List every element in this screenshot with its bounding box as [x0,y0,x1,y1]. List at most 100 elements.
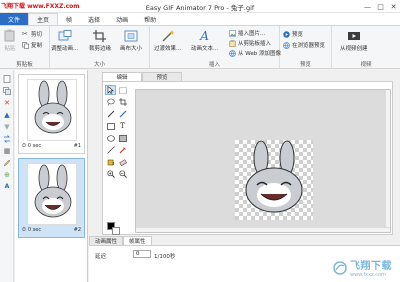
paste-icon [3,29,17,42]
insert-image-button[interactable]: 插入图片... [229,29,265,37]
frame-time-1: ⏱ 0 sec [22,143,41,149]
delay-input[interactable]: 0 [133,250,151,258]
move-down-icon[interactable]: ▼ [3,123,11,131]
select-rect-tool-icon[interactable] [117,85,128,95]
ribbon-tabs: 文件 主页 帧 选择 动画 帮助 [0,13,400,25]
zoom-out-icon[interactable] [117,169,128,179]
crop-tool-icon[interactable] [117,97,128,107]
text-frame-icon[interactable]: A [3,183,11,191]
property-tabs: 动画属性 帧属性 [89,236,152,245]
editing-canvas[interactable] [135,89,391,233]
preview-group: 预览 在浏览器预览 预览 [280,26,332,69]
tab-select[interactable]: 选择 [80,13,108,25]
preview-button[interactable]: 预览 [283,30,303,38]
filled-rect-tool-icon[interactable] [117,133,128,143]
clipboard-icon [229,39,236,47]
copy-label: 复制 [31,43,43,49]
animated-text-button[interactable]: A 动画文本... [191,29,219,53]
resize-frame-icon[interactable]: ⊕ [3,171,11,179]
insert-group-label: 插入 [208,62,220,68]
tab-help[interactable]: 帮助 [136,13,164,25]
canvas-size-button[interactable]: 画布大小 [120,29,142,52]
edit-frame-icon[interactable] [3,159,11,167]
duplicate-frame-icon[interactable] [3,87,11,95]
canvas-horizontal-scrollbar[interactable] [136,227,390,232]
transition-effect-button[interactable]: 过渡效果... [154,29,181,52]
frame-thumbnail-1[interactable]: ⏱ 0 sec #1 [18,74,85,154]
eraser-tool-icon[interactable] [117,157,128,167]
scissors-icon: ✂ [22,29,28,38]
tab-animation[interactable]: 动画 [108,13,136,25]
editor-tabs: 编辑 预览 [102,72,182,81]
video-icon [347,29,361,42]
preview-label: 预览 [292,32,304,38]
create-from-video-button[interactable]: 从视频创建 [340,29,368,52]
watermark-logo-icon [333,260,347,275]
close-button[interactable]: ✕ [387,0,400,13]
frame-image-2 [27,163,77,225]
frame-canvas[interactable] [235,140,313,220]
canvas-vertical-scrollbar[interactable] [385,90,390,232]
clipboard-group: 粘贴 ✂ 剪切 复制 剪贴板 [0,26,50,69]
insert-from-clipboard-label: 从剪贴板插入 [238,41,272,47]
eyedropper-tool-icon[interactable] [117,145,128,155]
tab-frame[interactable]: 帧 [58,13,80,25]
ribbon: 粘贴 ✂ 剪切 复制 剪贴板 调整动画... 裁剪边缘 画布大小 大小 过渡效果… [0,25,400,69]
browser-preview-button[interactable]: 在浏览器预览 [283,41,325,49]
delay-unit: 1/100秒 [154,254,176,260]
brush-tool-icon[interactable] [117,109,128,119]
frame-delay-2: 0 sec [27,227,42,233]
tab-edit[interactable]: 编辑 [102,72,142,81]
resize-animation-button[interactable]: 调整动画... [51,29,78,52]
fill-tool-icon[interactable] [105,157,116,167]
background-color-swatch[interactable] [112,227,120,235]
delete-frame-icon[interactable]: ✕ [3,99,11,107]
select-all-icon[interactable]: ▦ [3,147,11,155]
line-tool-icon[interactable] [105,145,116,155]
reverse-icon[interactable] [3,135,11,143]
frame-list: ⏱ 0 sec #1 ⏱ 0 sec #2 [15,70,88,282]
tab-frame-properties[interactable]: 帧属性 [123,236,152,245]
resize-animation-label: 调整动画... [51,46,79,52]
create-from-video-label: 从视频创建 [340,46,368,52]
browser-icon [283,41,290,49]
browser-preview-label: 在浏览器预览 [292,43,326,49]
minimize-button[interactable]: — [361,0,374,13]
crop-icon [93,29,107,42]
ellipse-tool-icon[interactable] [105,133,116,143]
frame-number-1: #1 [73,143,81,149]
cut-button[interactable]: ✂ 剪切 [22,30,42,38]
tab-preview[interactable]: 预览 [142,72,182,81]
play-icon [283,30,290,38]
new-frame-icon[interactable] [3,75,11,83]
zoom-in-icon[interactable] [105,169,116,179]
paste-label: 粘贴 [4,46,16,52]
tab-animation-properties[interactable]: 动画属性 [89,236,124,245]
copy-button[interactable]: 复制 [22,41,42,49]
insert-group: 过渡效果... A 动画文本... 插入图片... 从剪贴板插入 从 Web 添… [150,26,281,69]
maximize-button[interactable]: □ [374,0,387,13]
cut-label: 剪切 [31,32,43,38]
add-from-web-button[interactable]: 从 Web 添加图像 [229,49,281,57]
preview-group-label: 预览 [299,62,311,68]
image-icon [229,29,236,37]
clock-icon: ⏱ [22,143,26,149]
crop-canvas-button[interactable]: 裁剪边缘 [89,29,111,52]
text-tool-icon[interactable]: T [117,121,128,131]
insert-from-clipboard-button[interactable]: 从剪贴板插入 [229,39,271,47]
rectangle-tool-icon[interactable] [105,121,116,131]
delay-label: 延迟 [95,254,107,260]
file-menu[interactable]: 文件 [0,13,29,25]
paste-button[interactable]: 粘贴 [3,29,17,52]
pencil-tool-icon[interactable] [105,109,116,119]
frame-image-1 [27,79,77,141]
tab-home[interactable]: 主页 [28,13,59,25]
move-up-icon[interactable]: ▲ [3,111,11,119]
frame-thumbnail-2[interactable]: ⏱ 0 sec #2 [18,158,85,238]
pointer-tool-icon[interactable] [105,85,116,95]
lasso-tool-icon[interactable] [105,97,116,107]
resize-icon [58,29,72,42]
title-bar: 飞翔下载 www.FXXZ.com Easy GIF Animator 7 Pr… [0,0,400,13]
globe-icon [229,49,236,57]
animated-text-label: 动画文本... [191,46,219,52]
